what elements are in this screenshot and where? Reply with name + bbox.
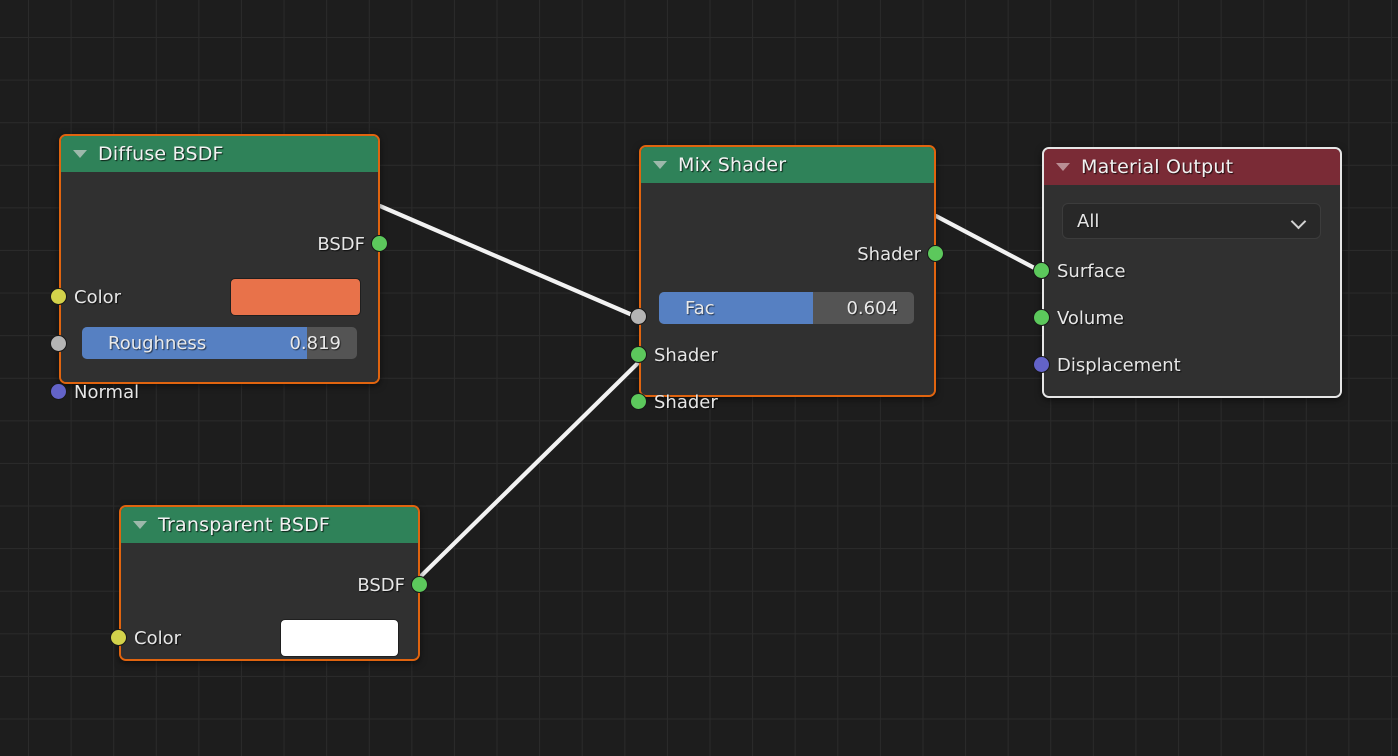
input-label-shader-2: Shader [654, 391, 718, 413]
output-label-bsdf-transparent: BSDF [357, 574, 405, 596]
node-body-material-output: All Surface Volume Displacement [1033, 185, 1340, 396]
node-header-mix-shader[interactable]: Mix Shader [641, 147, 934, 183]
input-label-surface: Surface [1057, 260, 1126, 282]
input-label-normal: Normal [74, 381, 140, 403]
fac-slider-label: Fac [685, 297, 715, 319]
chevron-down-icon[interactable] [1293, 215, 1306, 228]
input-row-shader-2: Shader [641, 387, 934, 417]
link-transparent-to-mix [417, 361, 640, 580]
node-title-transparent-bsdf: Transparent BSDF [158, 514, 331, 536]
socket-output-bsdf-transparent[interactable] [411, 576, 428, 593]
target-dropdown[interactable]: All [1062, 203, 1321, 239]
socket-input-color[interactable] [50, 288, 67, 305]
socket-input-shader-2[interactable] [630, 393, 647, 410]
input-label-volume: Volume [1057, 307, 1124, 329]
roughness-slider-value: 0.819 [289, 332, 341, 354]
input-label-color: Color [74, 286, 121, 308]
collapse-triangle-icon[interactable] [1056, 163, 1070, 171]
socket-input-fac[interactable] [630, 308, 647, 325]
input-label-shader-1: Shader [654, 344, 718, 366]
node-editor-canvas[interactable]: Diffuse BSDF BSDF Color Roughness 0.819 [0, 0, 1398, 756]
socket-output-bsdf[interactable] [371, 235, 388, 252]
socket-input-roughness[interactable] [50, 335, 67, 352]
collapse-triangle-icon[interactable] [133, 521, 147, 529]
roughness-slider[interactable]: Roughness 0.819 [82, 327, 357, 359]
node-mix-shader[interactable]: Mix Shader Shader Fac 0.604 Shader Shade… [630, 145, 944, 413]
output-row-shader: Shader [641, 239, 934, 269]
link-diffuse-to-mix [377, 203, 640, 320]
socket-input-volume[interactable] [1033, 309, 1050, 326]
socket-input-normal[interactable] [50, 383, 67, 400]
target-dropdown-value: All [1077, 210, 1100, 232]
input-row-displacement: Displacement [1044, 350, 1340, 380]
input-row-shader-1: Shader [641, 340, 934, 370]
socket-input-surface[interactable] [1033, 262, 1050, 279]
fac-slider-value: 0.604 [846, 297, 898, 319]
input-row-normal: Normal [61, 377, 378, 407]
input-label-color-transparent: Color [134, 627, 181, 649]
socket-input-shader-1[interactable] [630, 346, 647, 363]
node-transparent-bsdf[interactable]: Transparent BSDF BSDF Color [110, 505, 428, 661]
node-header-transparent-bsdf[interactable]: Transparent BSDF [121, 507, 418, 543]
link-mix-to-output [933, 213, 1045, 275]
output-row-bsdf: BSDF [61, 229, 378, 259]
node-header-diffuse-bsdf[interactable]: Diffuse BSDF [61, 136, 378, 172]
socket-input-color-transparent[interactable] [110, 629, 127, 646]
color-swatch-transparent[interactable] [280, 619, 399, 657]
node-body-diffuse-bsdf: BSDF Color Roughness 0.819 Normal [50, 172, 388, 403]
node-header-material-output[interactable]: Material Output [1044, 149, 1340, 185]
socket-input-displacement[interactable] [1033, 356, 1050, 373]
fac-slider[interactable]: Fac 0.604 [659, 292, 914, 324]
node-title-material-output: Material Output [1081, 156, 1234, 178]
roughness-slider-label: Roughness [108, 332, 207, 354]
output-label-shader: Shader [857, 243, 921, 265]
node-body-transparent-bsdf: BSDF Color [110, 543, 428, 659]
node-body-mix-shader: Shader Fac 0.604 Shader Shader [630, 183, 944, 413]
input-label-displacement: Displacement [1057, 354, 1181, 376]
node-diffuse-bsdf[interactable]: Diffuse BSDF BSDF Color Roughness 0.819 [50, 134, 388, 403]
output-row-bsdf-transparent: BSDF [121, 570, 418, 600]
input-row-surface: Surface [1044, 256, 1340, 286]
node-title-mix-shader: Mix Shader [678, 154, 787, 176]
socket-output-shader[interactable] [927, 245, 944, 262]
output-label-bsdf: BSDF [317, 233, 365, 255]
input-row-volume: Volume [1044, 303, 1340, 333]
node-material-output[interactable]: Material Output All Surface Volume Displ… [1033, 147, 1342, 398]
collapse-triangle-icon[interactable] [653, 161, 667, 169]
node-title-diffuse-bsdf: Diffuse BSDF [98, 143, 224, 165]
color-swatch-diffuse[interactable] [230, 278, 361, 316]
collapse-triangle-icon[interactable] [73, 150, 87, 158]
